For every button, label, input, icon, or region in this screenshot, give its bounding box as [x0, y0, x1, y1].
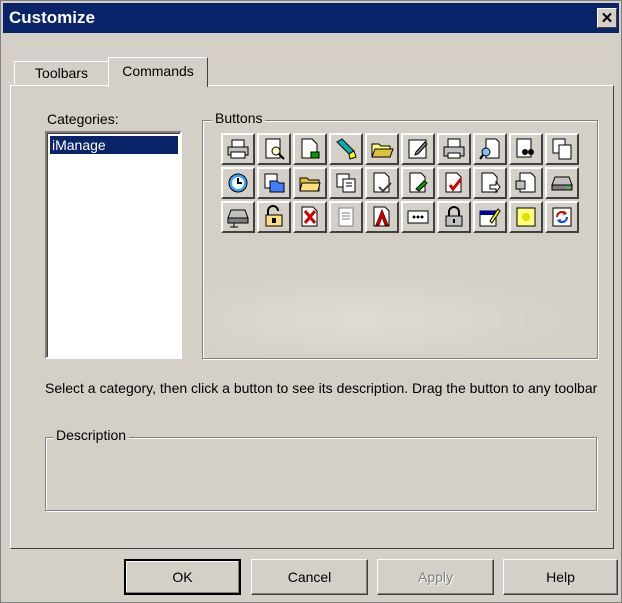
tab-commands[interactable]: Commands	[108, 57, 208, 87]
command-button-refresh[interactable]	[545, 201, 579, 233]
close-icon: ✕	[600, 10, 614, 27]
command-button-new-folder[interactable]	[257, 167, 291, 199]
command-button-forward-document[interactable]	[473, 167, 507, 199]
command-button-lock-open[interactable]	[257, 201, 291, 233]
print-preview-icon	[265, 138, 285, 160]
padlock-icon	[445, 206, 463, 227]
command-button-ellipsis[interactable]	[401, 201, 435, 233]
forward-document-icon	[481, 172, 501, 194]
instruction-text: Select a category, then click a button t…	[45, 380, 598, 396]
categories-listbox[interactable]: iManage	[45, 131, 182, 359]
categories-label: Categories:	[47, 111, 119, 127]
description-groupbox	[45, 437, 597, 511]
edit-document-icon	[408, 139, 428, 159]
print-icon	[443, 138, 465, 159]
command-button-document-edit[interactable]	[401, 167, 435, 199]
command-button-notepad[interactable]	[329, 201, 363, 233]
command-button-copy[interactable]	[545, 133, 579, 165]
apply-button-label: Apply	[417, 569, 454, 585]
lock-open-icon	[265, 205, 283, 227]
search-document-icon	[479, 138, 500, 160]
edit-profile-icon	[479, 208, 501, 227]
new-document-icon	[301, 138, 320, 159]
category-item-imanage[interactable]: iManage	[49, 135, 179, 155]
command-button-checkout[interactable]	[437, 167, 471, 199]
command-button-document-check[interactable]	[365, 167, 399, 199]
notepad-icon	[338, 207, 354, 227]
network-drive-icon	[551, 176, 573, 191]
cancel-button-label: Cancel	[287, 569, 332, 585]
refresh-sync-icon	[552, 207, 572, 227]
command-button-find[interactable]	[509, 133, 543, 165]
command-button-delete-document[interactable]	[293, 201, 327, 233]
checkout-icon	[445, 172, 463, 193]
buttons-group-label: Buttons	[212, 110, 266, 126]
help-button[interactable]: Help	[503, 559, 618, 595]
history-icon	[228, 173, 248, 193]
command-button-export-document[interactable]	[509, 167, 543, 199]
command-button-browse-folder[interactable]	[293, 167, 327, 199]
command-button-highlighter[interactable]	[329, 133, 363, 165]
command-button-network-drive[interactable]	[545, 167, 579, 199]
open-folder-icon	[371, 143, 394, 158]
customize-dialog: Customize ✕ Toolbars Commands Categories…	[0, 0, 622, 603]
ellipsis-box-icon	[407, 210, 429, 224]
command-button-edit-document[interactable]	[401, 133, 435, 165]
title-bar: Customize ✕	[3, 3, 619, 33]
command-button-print-2[interactable]	[437, 133, 471, 165]
description-group-label: Description	[53, 427, 130, 443]
command-button-print[interactable]	[221, 133, 255, 165]
copy-pages-icon	[336, 173, 356, 193]
command-button-open-folder[interactable]	[365, 133, 399, 165]
command-button-connect-drive[interactable]	[221, 201, 255, 233]
command-button-copy-pages[interactable]	[329, 167, 363, 199]
highlighter-icon	[336, 138, 357, 160]
browse-folder-icon	[299, 177, 321, 192]
command-button-print-preview[interactable]	[257, 133, 291, 165]
command-button-yellow-note[interactable]	[509, 201, 543, 233]
document-edit-icon	[409, 172, 428, 193]
acrobat-icon	[373, 206, 390, 227]
command-button-acrobat[interactable]	[365, 201, 399, 233]
find-binoculars-icon	[516, 138, 534, 158]
apply-button[interactable]: Apply	[377, 559, 494, 595]
command-button-search-document[interactable]	[473, 133, 507, 165]
command-buttons-grid	[221, 133, 583, 233]
tab-toolbars[interactable]: Toolbars	[14, 61, 109, 85]
command-button-padlock[interactable]	[437, 201, 471, 233]
command-button-edit-profile[interactable]	[473, 201, 507, 233]
command-button-history[interactable]	[221, 167, 255, 199]
new-folder-icon	[264, 173, 285, 193]
document-check-icon	[373, 172, 392, 193]
yellow-note-icon	[516, 207, 536, 227]
connect-drive-icon	[227, 209, 249, 228]
delete-document-icon	[301, 206, 318, 227]
close-button[interactable]: ✕	[597, 8, 617, 28]
ok-button[interactable]: OK	[124, 559, 241, 595]
window-title: Customize	[9, 8, 95, 27]
help-button-label: Help	[546, 569, 575, 585]
export-document-icon	[515, 172, 536, 193]
cancel-button[interactable]: Cancel	[251, 559, 368, 595]
printer-icon	[227, 139, 249, 159]
command-button-new-document[interactable]	[293, 133, 327, 165]
ok-button-label: OK	[172, 569, 193, 585]
copy-icon	[552, 138, 572, 160]
